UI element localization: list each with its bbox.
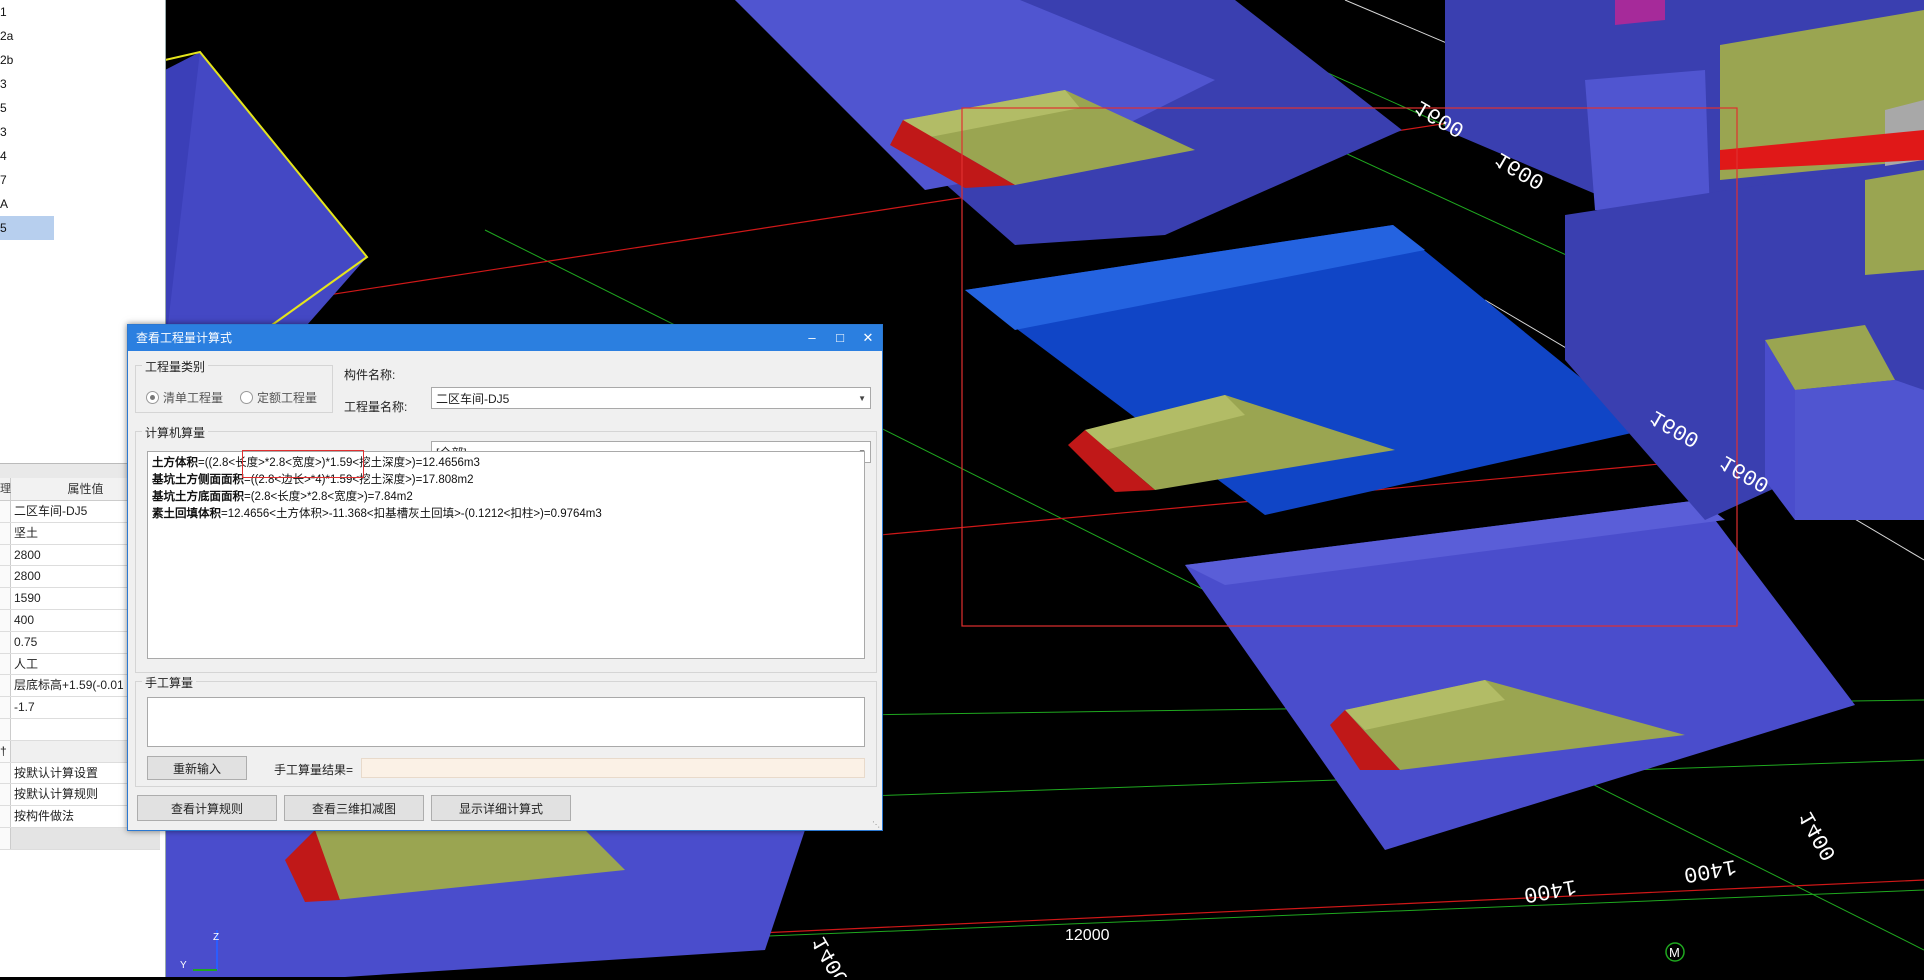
show-detail-formula-button[interactable]: 显示详细计算式: [431, 795, 571, 821]
view-rules-button[interactable]: 查看计算规则: [137, 795, 277, 821]
component-tree: 1 2a 2b 3 5 3 4 7 A 5: [0, 0, 160, 240]
resize-grip-icon[interactable]: ⋱: [872, 820, 880, 829]
tree-item[interactable]: 4: [0, 144, 160, 168]
dialog-titlebar[interactable]: 查看工程量计算式 – □ ✕: [128, 325, 882, 351]
quantity-formula-dialog: 查看工程量计算式 – □ ✕ 工程量类别 清单工程量 定额工程量 构件名称: 二…: [127, 324, 883, 831]
radio-quota-quantity[interactable]: 定额工程量: [240, 389, 317, 406]
svg-text:Z: Z: [213, 932, 219, 943]
maximize-icon[interactable]: □: [832, 325, 848, 351]
view-3d-deduction-button[interactable]: 查看三维扣减图: [284, 795, 424, 821]
tree-item[interactable]: 5: [0, 216, 54, 240]
formula-name: 基坑土方侧面面积: [152, 474, 244, 486]
manual-result-label: 手工算量结果=: [274, 763, 354, 777]
tree-item[interactable]: 2b: [0, 48, 160, 72]
formula-highlight-box: [242, 450, 364, 478]
manual-result-field[interactable]: [361, 758, 865, 778]
formula-name: 基坑土方底面面积: [152, 491, 244, 503]
dialog-title: 查看工程量计算式: [136, 331, 233, 345]
formula-expression: =(2.8<长度>*2.8<宽度>)=7.84m2: [244, 491, 413, 503]
tree-item[interactable]: A: [0, 192, 160, 216]
quantity-name-label: 工程量名称:: [344, 400, 408, 414]
svg-text:Y: Y: [180, 960, 187, 971]
column-header-name: 理: [0, 478, 11, 500]
tree-item[interactable]: 1: [0, 0, 160, 24]
radio-list-quantity[interactable]: 清单工程量: [146, 389, 223, 406]
tree-item[interactable]: 5: [0, 96, 160, 120]
tree-item[interactable]: 7: [0, 168, 160, 192]
quantity-type-label: 工程量类别: [142, 358, 209, 375]
formula-line: 素土回填体积=12.4656<土方体积>-11.368<扣基槽灰土回填>-(0.…: [152, 506, 860, 523]
close-icon[interactable]: ✕: [860, 325, 876, 351]
radio-unselected-icon: [240, 391, 253, 404]
tree-item[interactable]: 3: [0, 120, 160, 144]
properties-empty-row: [0, 827, 160, 850]
formula-expression: =12.4656<土方体积>-11.368<扣基槽灰土回填>-(0.1212<扣…: [221, 508, 602, 520]
svg-text:12000: 12000: [1065, 927, 1110, 944]
radio-selected-icon: [146, 391, 159, 404]
manual-quantity-label: 手工算量: [142, 674, 197, 691]
tree-item[interactable]: 2a: [0, 24, 160, 48]
chevron-down-icon: ▼: [858, 394, 866, 403]
tree-item[interactable]: 3: [0, 72, 160, 96]
svg-text:M: M: [1669, 945, 1680, 960]
formula-name: 土方体积: [152, 457, 198, 469]
minimize-icon[interactable]: –: [804, 325, 820, 351]
component-name-label: 构件名称:: [344, 368, 396, 382]
formula-name: 素土回填体积: [152, 508, 221, 520]
computer-quantity-label: 计算机算量: [142, 424, 209, 441]
component-name-select[interactable]: 二区车间-DJ5 ▼: [431, 387, 871, 409]
formula-line: 基坑土方底面面积=(2.8<长度>*2.8<宽度>)=7.84m2: [152, 489, 860, 506]
formula-textarea[interactable]: 土方体积=((2.8<长度>*2.8<宽度>)*1.59<挖土深度>)=12.4…: [147, 451, 865, 659]
manual-input-textarea[interactable]: [147, 697, 865, 747]
reinput-button[interactable]: 重新输入: [147, 756, 247, 780]
